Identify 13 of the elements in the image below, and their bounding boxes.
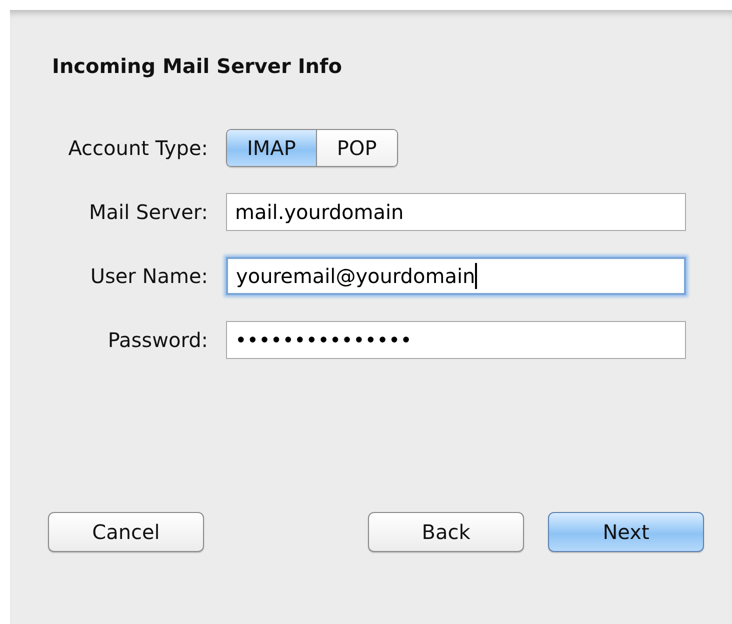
next-button[interactable]: Next bbox=[548, 512, 704, 552]
sheet-title: Incoming Mail Server Info bbox=[52, 54, 343, 78]
segment[interactable]: IMAP bbox=[227, 130, 316, 166]
field-label: Account Type: bbox=[67, 136, 209, 160]
field-label: Mail Server: bbox=[88, 200, 209, 224]
button[interactable]: Cancel bbox=[48, 512, 204, 552]
segment[interactable]: POP bbox=[316, 130, 397, 166]
field-label: Password: bbox=[106, 328, 209, 352]
input-field[interactable]: ••••••••••••••• bbox=[226, 321, 686, 359]
input-field[interactable]: mail.yourdomain bbox=[226, 193, 686, 231]
button[interactable]: Back bbox=[368, 512, 524, 552]
input-field[interactable]: youremail@yourdomain bbox=[226, 257, 686, 295]
field-label: User Name: bbox=[89, 264, 209, 288]
